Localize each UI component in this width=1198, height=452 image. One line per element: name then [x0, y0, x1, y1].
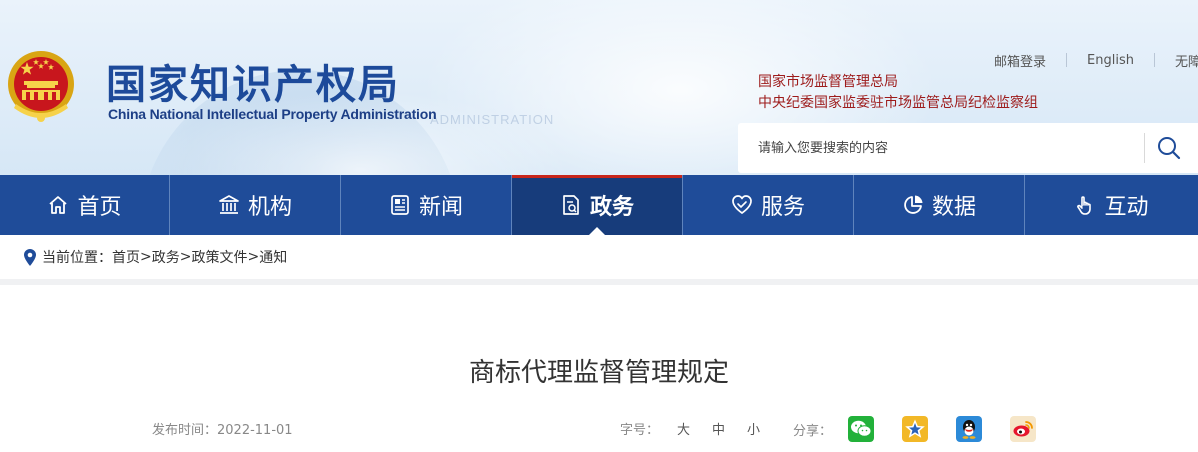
- qq-share-button[interactable]: [956, 416, 983, 442]
- nav-item-data[interactable]: 数据: [854, 175, 1025, 235]
- document-icon: [563, 195, 579, 215]
- font-size-small-button[interactable]: 小: [747, 419, 760, 438]
- site-header: ADMINISTRATION 国家知识产权局 China National In…: [0, 0, 1198, 175]
- accessibility-link[interactable]: 无障碍: [1155, 51, 1198, 70]
- article-title: 商标代理监督管理规定: [468, 358, 729, 388]
- home-icon: [49, 196, 68, 214]
- font-size-medium-button[interactable]: 中: [712, 419, 725, 438]
- nav-item-label: 数据: [931, 195, 976, 220]
- search-input[interactable]: [738, 123, 1142, 173]
- qq-icon: [962, 420, 976, 439]
- breadcrumb-policy-link[interactable]: 政策文件: [191, 247, 247, 267]
- service-heart-icon: [732, 195, 752, 214]
- site-logo-subtitle[interactable]: China National Intellectual Property Adm…: [108, 106, 437, 122]
- font-size-large-button[interactable]: 大: [677, 419, 690, 438]
- affiliation-discipline-link[interactable]: 中央纪委国家监委驻市场监管总局纪检监察组: [758, 93, 1038, 114]
- breadcrumb-notice-link[interactable]: 通知: [259, 247, 287, 267]
- hand-pointer-icon: [1077, 196, 1092, 215]
- affiliation-samr-link[interactable]: 国家市场监督管理总局: [758, 72, 1038, 93]
- share-label: 分享：: [793, 423, 833, 439]
- affiliations: 国家市场监督管理总局 中央纪委国家监委驻市场监管总局纪检监察组: [758, 72, 1038, 114]
- nav-item-government-affairs[interactable]: 政务: [512, 175, 683, 235]
- breadcrumb-separator: >: [140, 249, 152, 265]
- breadcrumb: 当前位置： 首页 > 政务 > 政策文件 > 通知: [0, 235, 1198, 285]
- share-controls: 分享：: [793, 416, 1037, 442]
- breadcrumb-government-link[interactable]: 政务: [152, 247, 180, 267]
- search-divider: [1144, 133, 1145, 163]
- nav-item-service[interactable]: 服务: [683, 175, 854, 235]
- weibo-share-button[interactable]: [1010, 416, 1037, 442]
- publish-info: 发布时间：2022-11-01: [152, 419, 293, 438]
- mail-login-link[interactable]: 邮箱登录: [974, 51, 1066, 70]
- search-icon[interactable]: [1156, 135, 1182, 161]
- font-size-controls: 字号： 大 中 小: [620, 419, 760, 438]
- nav-item-label: 首页: [77, 195, 122, 220]
- nav-item-label: 互动: [1104, 195, 1149, 220]
- national-emblem-icon[interactable]: [6, 48, 76, 126]
- nav-item-label: 服务: [760, 195, 805, 220]
- breadcrumb-home-link[interactable]: 首页: [112, 247, 140, 267]
- english-link[interactable]: English: [1067, 53, 1154, 68]
- pie-chart-icon: [904, 195, 923, 214]
- location-pin-icon: [24, 248, 36, 266]
- wechat-share-button[interactable]: [848, 416, 875, 442]
- watermark-text: ADMINISTRATION: [430, 112, 555, 127]
- weibo-icon: [1013, 421, 1033, 437]
- newspaper-icon: [391, 195, 409, 215]
- qzone-share-button[interactable]: [902, 416, 929, 442]
- search-box: [738, 123, 1198, 173]
- nav-item-label: 政务: [589, 195, 634, 220]
- nav-item-news[interactable]: 新闻: [341, 175, 512, 235]
- breadcrumb-separator: >: [247, 249, 260, 265]
- breadcrumb-separator: >: [179, 249, 192, 265]
- nav-item-interaction[interactable]: 互动: [1025, 175, 1198, 235]
- nav-item-label: 新闻: [418, 195, 463, 220]
- nav-item-label: 机构: [247, 195, 292, 220]
- main-nav: 首页 机构 新闻 政务 服务 数据 互动: [0, 175, 1198, 235]
- qzone-icon: [905, 419, 925, 438]
- font-size-label: 字号：: [620, 423, 660, 438]
- nav-item-institution[interactable]: 机构: [170, 175, 341, 235]
- breadcrumb-prefix: 当前位置：: [42, 250, 112, 266]
- publish-date: 2022-11-01: [217, 423, 293, 438]
- wechat-icon: [851, 420, 872, 437]
- institution-icon: [219, 195, 239, 214]
- site-logo-title[interactable]: 国家知识产权局: [106, 52, 400, 110]
- publish-label: 发布时间：: [152, 423, 218, 438]
- nav-item-home[interactable]: 首页: [0, 175, 170, 235]
- top-links: 邮箱登录 English 无障碍: [974, 50, 1198, 70]
